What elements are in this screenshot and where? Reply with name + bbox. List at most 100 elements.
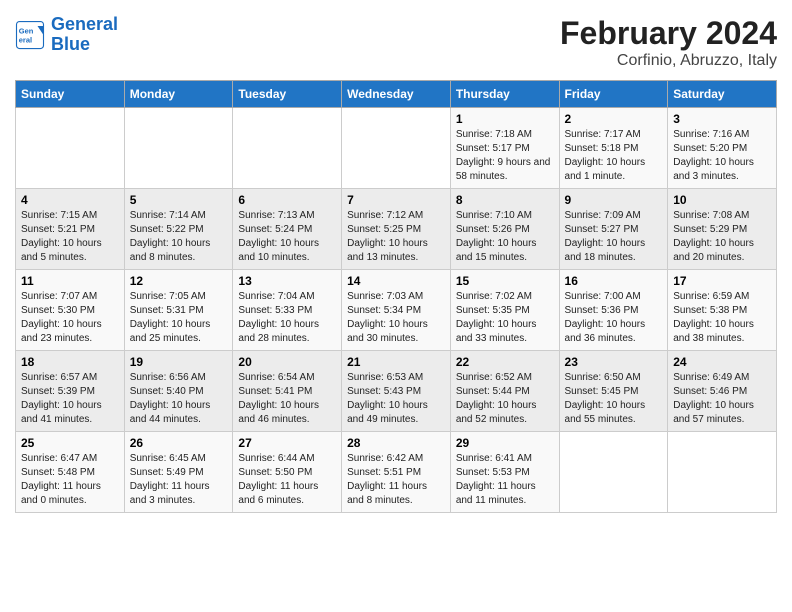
calendar-cell: 28 Sunrise: 6:42 AM Sunset: 5:51 PM Dayli…	[342, 432, 451, 513]
calendar-header-row: SundayMondayTuesdayWednesdayThursdayFrid…	[16, 81, 777, 108]
day-info: Sunrise: 7:14 AM Sunset: 5:22 PM Dayligh…	[130, 209, 228, 265]
calendar-cell: 14 Sunrise: 7:03 AM Sunset: 5:34 PM Dayli…	[342, 270, 451, 351]
page-subtitle: Corfinio, Abruzzo, Italy	[560, 52, 777, 70]
calendar-cell: 25 Sunrise: 6:47 AM Sunset: 5:48 PM Dayli…	[16, 432, 125, 513]
day-info: Sunrise: 6:59 AM Sunset: 5:38 PM Dayligh…	[673, 290, 771, 346]
day-number: 14	[347, 274, 445, 288]
calendar-cell: 29Sunrise: 6:41 AM Sunset: 5:53 PM Dayli…	[450, 432, 559, 513]
calendar-cell: 12Sunrise: 7:05 AM Sunset: 5:31 PM Dayli…	[124, 270, 233, 351]
day-info: Sunrise: 7:02 AM Sunset: 5:35 PM Dayligh…	[456, 290, 554, 346]
page-header: Gen eral General Blue February 2024 Corf…	[15, 15, 777, 70]
calendar-cell: 13 Sunrise: 7:04 AM Sunset: 5:33 PM Dayli…	[233, 270, 342, 351]
day-number: 20	[238, 355, 336, 369]
day-number: 23	[565, 355, 663, 369]
day-info: Sunrise: 6:44 AM Sunset: 5:50 PM Dayligh…	[238, 452, 336, 508]
day-info: Sunrise: 7:05 AM Sunset: 5:31 PM Dayligh…	[130, 290, 228, 346]
calendar-cell: 3 Sunrise: 7:16 AM Sunset: 5:20 PM Daylig…	[668, 108, 777, 189]
day-number: 6	[238, 193, 336, 207]
calendar-cell: 20 Sunrise: 6:54 AM Sunset: 5:41 PM Dayli…	[233, 351, 342, 432]
calendar-cell: 4 Sunrise: 7:15 AM Sunset: 5:21 PM Daylig…	[16, 189, 125, 270]
day-info: Sunrise: 7:10 AM Sunset: 5:26 PM Dayligh…	[456, 209, 554, 265]
calendar-cell	[16, 108, 125, 189]
weekday-header: Tuesday	[233, 81, 342, 108]
day-number: 24	[673, 355, 771, 369]
calendar-cell: 24Sunrise: 6:49 AM Sunset: 5:46 PM Dayli…	[668, 351, 777, 432]
page-title: February 2024	[560, 15, 777, 52]
day-info: Sunrise: 6:47 AM Sunset: 5:48 PM Dayligh…	[21, 452, 119, 508]
day-number: 4	[21, 193, 119, 207]
day-info: Sunrise: 7:03 AM Sunset: 5:34 PM Dayligh…	[347, 290, 445, 346]
day-number: 11	[21, 274, 119, 288]
day-number: 18	[21, 355, 119, 369]
day-number: 9	[565, 193, 663, 207]
calendar-body: 1Sunrise: 7:18 AM Sunset: 5:17 PM Daylig…	[16, 108, 777, 513]
day-number: 21	[347, 355, 445, 369]
day-info: Sunrise: 7:08 AM Sunset: 5:29 PM Dayligh…	[673, 209, 771, 265]
calendar-cell: 11 Sunrise: 7:07 AM Sunset: 5:30 PM Dayli…	[16, 270, 125, 351]
calendar-cell	[668, 432, 777, 513]
day-number: 15	[456, 274, 554, 288]
calendar-week-row: 25 Sunrise: 6:47 AM Sunset: 5:48 PM Dayli…	[16, 432, 777, 513]
calendar-cell	[124, 108, 233, 189]
calendar-cell: 1Sunrise: 7:18 AM Sunset: 5:17 PM Daylig…	[450, 108, 559, 189]
day-number: 7	[347, 193, 445, 207]
weekday-header: Saturday	[668, 81, 777, 108]
day-info: Sunrise: 6:57 AM Sunset: 5:39 PM Dayligh…	[21, 371, 119, 427]
day-info: Sunrise: 7:12 AM Sunset: 5:25 PM Dayligh…	[347, 209, 445, 265]
day-number: 29	[456, 436, 554, 450]
day-info: Sunrise: 6:50 AM Sunset: 5:45 PM Dayligh…	[565, 371, 663, 427]
calendar-cell: 26Sunrise: 6:45 AM Sunset: 5:49 PM Dayli…	[124, 432, 233, 513]
calendar-cell: 15 Sunrise: 7:02 AM Sunset: 5:35 PM Dayli…	[450, 270, 559, 351]
weekday-header: Friday	[559, 81, 668, 108]
calendar-week-row: 1Sunrise: 7:18 AM Sunset: 5:17 PM Daylig…	[16, 108, 777, 189]
day-info: Sunrise: 6:54 AM Sunset: 5:41 PM Dayligh…	[238, 371, 336, 427]
calendar-cell: 16Sunrise: 7:00 AM Sunset: 5:36 PM Dayli…	[559, 270, 668, 351]
calendar-cell: 22 Sunrise: 6:52 AM Sunset: 5:44 PM Dayli…	[450, 351, 559, 432]
day-number: 5	[130, 193, 228, 207]
day-number: 8	[456, 193, 554, 207]
calendar-table: SundayMondayTuesdayWednesdayThursdayFrid…	[15, 80, 777, 513]
calendar-cell: 23 Sunrise: 6:50 AM Sunset: 5:45 PM Dayli…	[559, 351, 668, 432]
day-number: 3	[673, 112, 771, 126]
day-number: 22	[456, 355, 554, 369]
calendar-week-row: 4 Sunrise: 7:15 AM Sunset: 5:21 PM Daylig…	[16, 189, 777, 270]
svg-text:Gen: Gen	[19, 26, 34, 35]
weekday-header: Monday	[124, 81, 233, 108]
calendar-cell: 6Sunrise: 7:13 AM Sunset: 5:24 PM Daylig…	[233, 189, 342, 270]
calendar-cell: 8 Sunrise: 7:10 AM Sunset: 5:26 PM Daylig…	[450, 189, 559, 270]
calendar-cell	[559, 432, 668, 513]
calendar-week-row: 18 Sunrise: 6:57 AM Sunset: 5:39 PM Dayli…	[16, 351, 777, 432]
day-info: Sunrise: 6:42 AM Sunset: 5:51 PM Dayligh…	[347, 452, 445, 508]
weekday-header: Wednesday	[342, 81, 451, 108]
calendar-cell: 10 Sunrise: 7:08 AM Sunset: 5:29 PM Dayli…	[668, 189, 777, 270]
calendar-cell: 2Sunrise: 7:17 AM Sunset: 5:18 PM Daylig…	[559, 108, 668, 189]
day-number: 28	[347, 436, 445, 450]
day-number: 25	[21, 436, 119, 450]
calendar-cell: 5 Sunrise: 7:14 AM Sunset: 5:22 PM Daylig…	[124, 189, 233, 270]
day-info: Sunrise: 6:52 AM Sunset: 5:44 PM Dayligh…	[456, 371, 554, 427]
day-info: Sunrise: 7:00 AM Sunset: 5:36 PM Dayligh…	[565, 290, 663, 346]
calendar-cell: 9 Sunrise: 7:09 AM Sunset: 5:27 PM Daylig…	[559, 189, 668, 270]
calendar-cell: 27Sunrise: 6:44 AM Sunset: 5:50 PM Dayli…	[233, 432, 342, 513]
day-number: 13	[238, 274, 336, 288]
calendar-cell: 17 Sunrise: 6:59 AM Sunset: 5:38 PM Dayli…	[668, 270, 777, 351]
day-number: 17	[673, 274, 771, 288]
calendar-cell	[233, 108, 342, 189]
day-number: 1	[456, 112, 554, 126]
day-info: Sunrise: 6:45 AM Sunset: 5:49 PM Dayligh…	[130, 452, 228, 508]
title-block: February 2024 Corfinio, Abruzzo, Italy	[560, 15, 777, 70]
day-number: 2	[565, 112, 663, 126]
calendar-cell: 18 Sunrise: 6:57 AM Sunset: 5:39 PM Dayli…	[16, 351, 125, 432]
day-info: Sunrise: 7:09 AM Sunset: 5:27 PM Dayligh…	[565, 209, 663, 265]
day-info: Sunrise: 7:16 AM Sunset: 5:20 PM Dayligh…	[673, 128, 771, 184]
day-number: 19	[130, 355, 228, 369]
day-number: 10	[673, 193, 771, 207]
day-info: Sunrise: 7:15 AM Sunset: 5:21 PM Dayligh…	[21, 209, 119, 265]
logo: Gen eral General Blue	[15, 15, 118, 55]
calendar-cell	[342, 108, 451, 189]
weekday-header: Sunday	[16, 81, 125, 108]
day-info: Sunrise: 6:53 AM Sunset: 5:43 PM Dayligh…	[347, 371, 445, 427]
day-info: Sunrise: 7:04 AM Sunset: 5:33 PM Dayligh…	[238, 290, 336, 346]
calendar-week-row: 11 Sunrise: 7:07 AM Sunset: 5:30 PM Dayli…	[16, 270, 777, 351]
day-info: Sunrise: 7:07 AM Sunset: 5:30 PM Dayligh…	[21, 290, 119, 346]
